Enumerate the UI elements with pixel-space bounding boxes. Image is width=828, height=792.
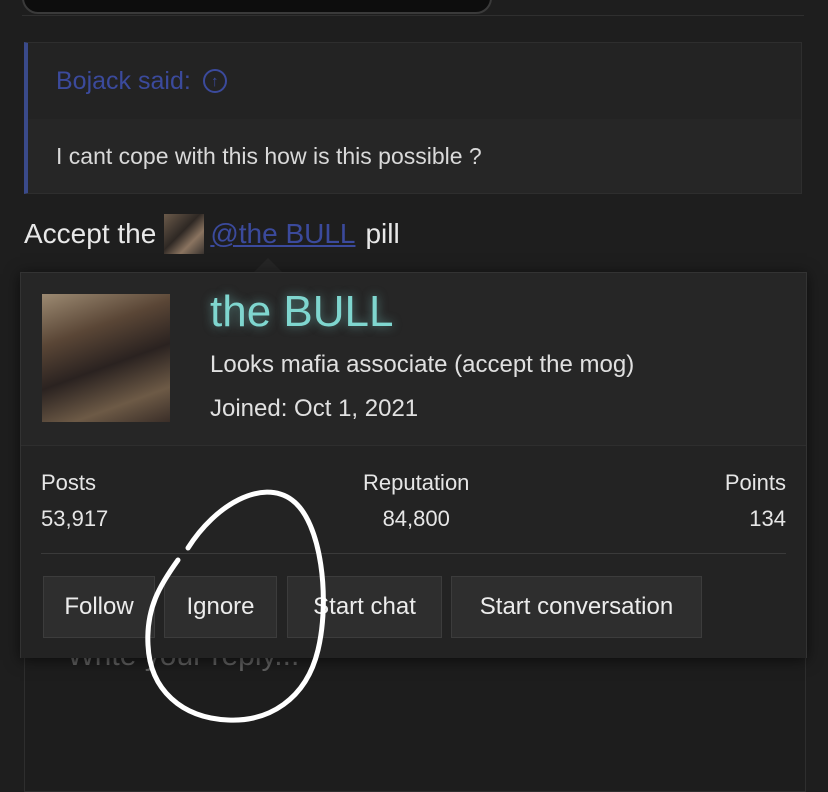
quote-author[interactable]: Bojack said: xyxy=(56,67,191,96)
member-header: the BULL Looks mafia associate (accept t… xyxy=(21,273,806,445)
stat-posts[interactable]: Posts 53,917 xyxy=(41,470,108,532)
stat-posts-value: 53,917 xyxy=(41,506,109,531)
divider xyxy=(22,15,804,16)
member-username[interactable]: the BULL xyxy=(210,287,393,337)
mention-avatar[interactable] xyxy=(164,214,205,254)
post-text-suffix: pill xyxy=(365,218,400,249)
post-text-prefix: Accept the xyxy=(24,218,157,249)
quote-header[interactable]: Bojack said: ↑ xyxy=(28,43,801,119)
stat-points-label: Points xyxy=(724,470,786,495)
member-tooltip-card: the BULL Looks mafia associate (accept t… xyxy=(20,272,807,658)
quote-block: Bojack said: ↑ I cant cope with this how… xyxy=(24,42,802,194)
start-chat-button[interactable]: Start chat xyxy=(287,576,442,638)
member-user-title: Looks mafia associate (accept the mog) xyxy=(210,351,635,378)
tooltip-caret xyxy=(254,258,282,272)
stat-points[interactable]: Points 134 xyxy=(725,470,786,532)
start-conversation-button[interactable]: Start conversation xyxy=(451,576,702,638)
stat-reputation-value: 84,800 xyxy=(382,506,450,531)
member-actions: Follow Ignore Start chat Start conversat… xyxy=(21,554,806,658)
quote-text: I cant cope with this how is this possib… xyxy=(28,119,801,193)
member-stats: Posts 53,917 Reputation 84,800 Points 13… xyxy=(21,445,806,554)
stat-posts-label: Posts xyxy=(41,470,97,495)
stat-reputation-label: Reputation xyxy=(363,470,470,495)
follow-button[interactable]: Follow xyxy=(43,576,155,638)
avatar[interactable] xyxy=(42,294,170,422)
top-media-frame xyxy=(22,0,492,14)
user-mention-link[interactable]: @the BULL xyxy=(210,218,355,250)
arrow-up-circle-icon[interactable]: ↑ xyxy=(202,69,227,93)
post-message: Accept the @the BULL pill xyxy=(24,212,400,256)
ignore-button[interactable]: Ignore xyxy=(164,576,277,638)
member-joined-date: Joined: Oct 1, 2021 xyxy=(210,395,419,422)
stat-points-value: 134 xyxy=(749,506,786,531)
stat-reputation: Reputation 84,800 xyxy=(363,470,469,532)
